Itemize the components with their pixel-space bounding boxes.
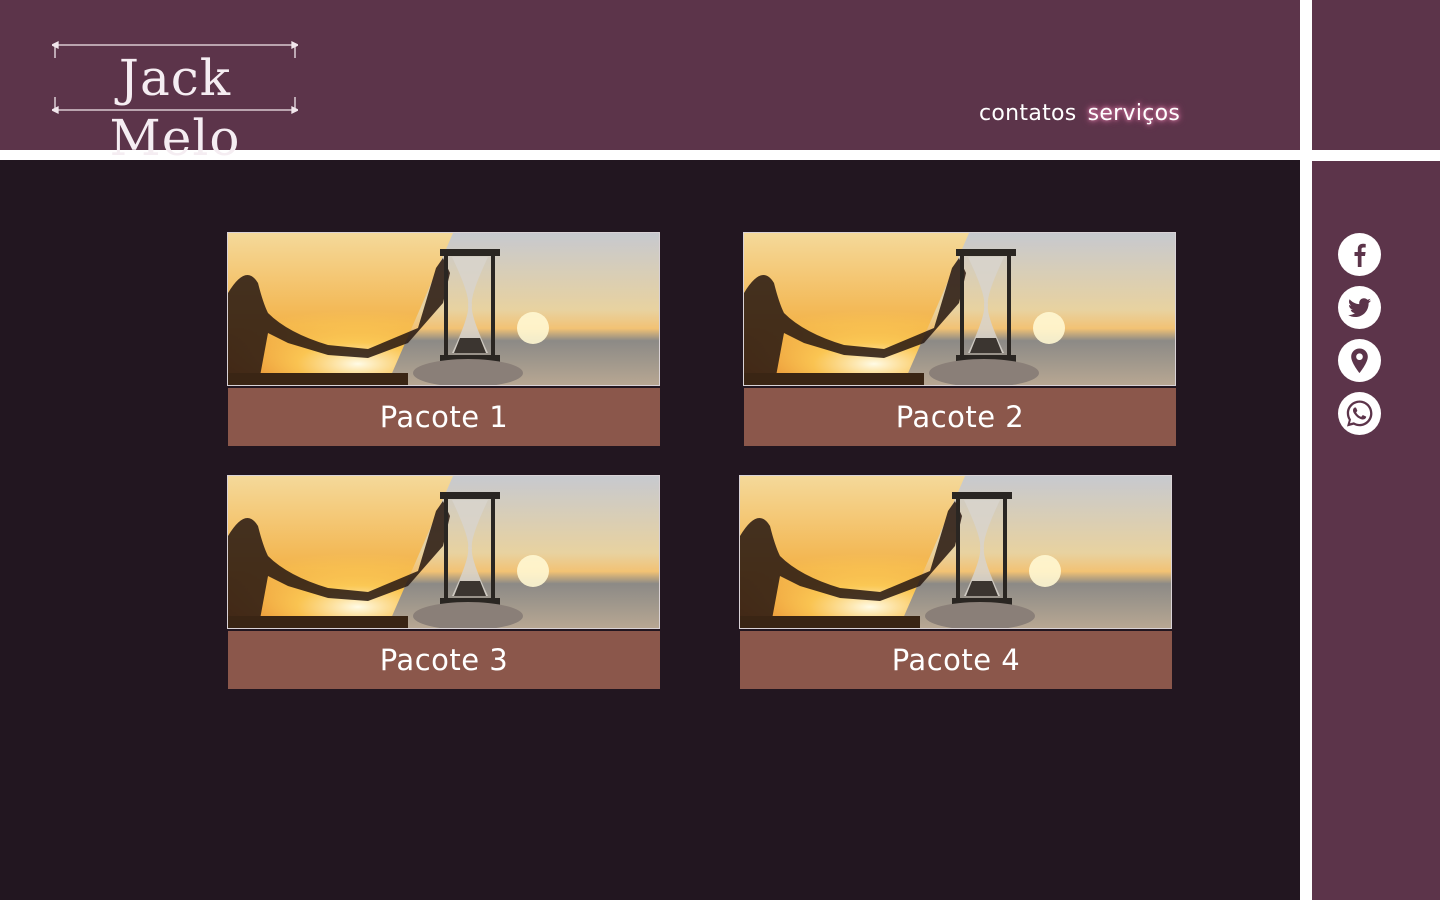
location-pin-icon[interactable] bbox=[1338, 339, 1381, 382]
twitter-icon[interactable] bbox=[1338, 286, 1381, 329]
package-photo bbox=[227, 232, 660, 386]
package-card-1[interactable]: Pacote 1 bbox=[227, 232, 660, 446]
whatsapp-icon[interactable] bbox=[1338, 392, 1381, 435]
package-label: Pacote 1 bbox=[228, 388, 660, 446]
main-nav: contatos serviços bbox=[979, 97, 1180, 129]
sidebar-top-panel bbox=[1312, 0, 1440, 150]
package-card-4[interactable]: Pacote 4 bbox=[739, 475, 1172, 689]
nav-link-contatos[interactable]: contatos bbox=[979, 101, 1077, 126]
social-links bbox=[1338, 233, 1381, 445]
package-photo bbox=[739, 475, 1172, 629]
logo[interactable]: Jack Melo bbox=[52, 40, 298, 167]
facebook-icon[interactable] bbox=[1338, 233, 1381, 276]
package-label: Pacote 3 bbox=[228, 631, 660, 689]
package-photo bbox=[227, 475, 660, 629]
nav-link-servicos[interactable]: serviços bbox=[1088, 101, 1181, 126]
package-card-2[interactable]: Pacote 2 bbox=[743, 232, 1176, 446]
brand-name: Jack Melo bbox=[109, 49, 241, 167]
package-label: Pacote 4 bbox=[740, 631, 1172, 689]
site-header: Jack Melo contatos serviços bbox=[0, 0, 1300, 167]
package-card-3[interactable]: Pacote 3 bbox=[227, 475, 660, 689]
package-label: Pacote 2 bbox=[744, 388, 1176, 446]
package-photo bbox=[743, 232, 1176, 386]
